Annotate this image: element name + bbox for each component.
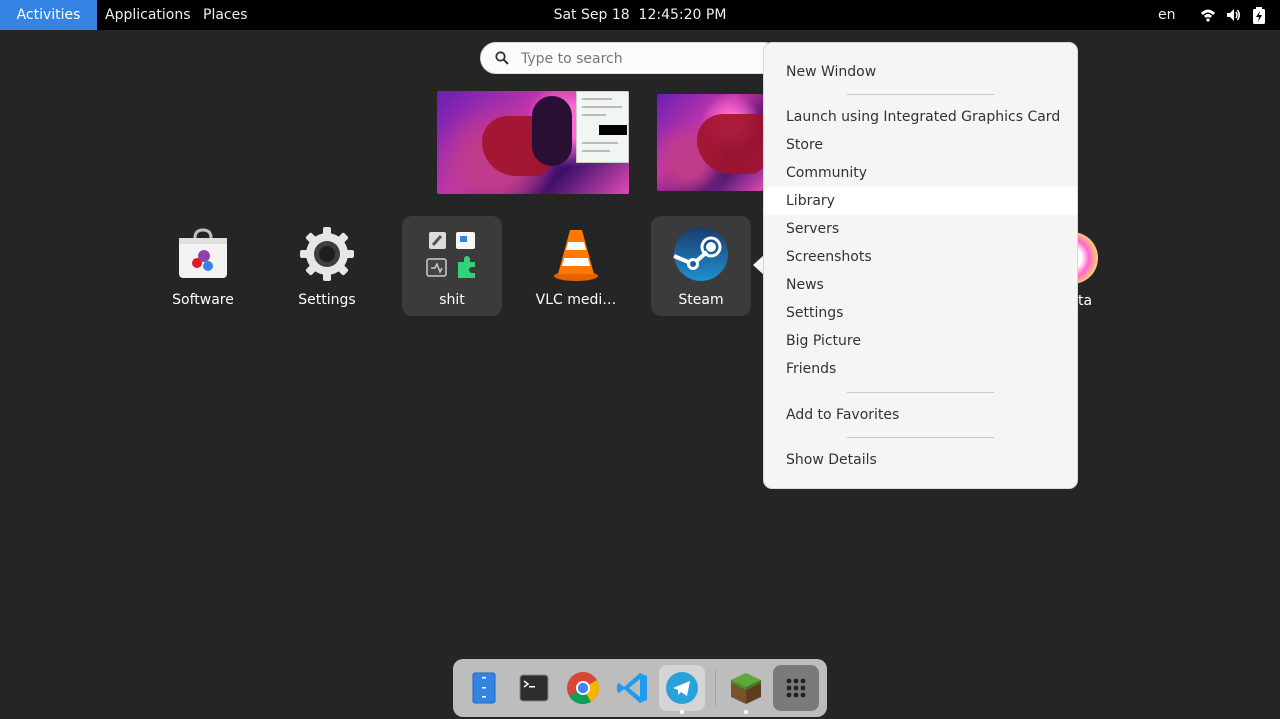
menu-item-launch-integrated-graphics[interactable]: Launch using Integrated Graphics Card [764,103,1077,131]
files-icon [472,672,496,704]
telegram-icon [666,672,698,704]
workspace-thumbnail-1[interactable] [437,91,629,194]
search-bar[interactable] [480,42,780,74]
app-label: Software [172,292,234,308]
folder-grid-icon [426,232,475,278]
wallpaper-figure [532,96,572,166]
menu-item-servers[interactable]: Servers [764,215,1077,243]
settings-gear-icon [300,227,354,281]
search-input[interactable] [519,47,753,71]
volume-icon[interactable] [1225,7,1241,23]
menu-separator [847,94,994,95]
wifi-icon[interactable] [1200,7,1216,23]
menu-item-settings[interactable]: Settings [764,299,1077,327]
app-steam[interactable]: Steam [651,216,751,316]
search-icon [495,51,509,65]
chrome-icon [567,672,600,705]
menu-item-friends[interactable]: Friends [764,355,1077,383]
vscode-icon [617,673,647,703]
app-label: Steam [678,292,724,308]
minecraft-icon [731,673,761,704]
battery-icon[interactable] [1252,7,1266,24]
app-folder-shit[interactable]: shit [402,216,502,316]
app-software[interactable]: Software [153,216,253,316]
menu-item-new-window[interactable]: New Window [764,58,1077,86]
running-indicator [680,710,684,714]
window-thumbnail-telegram[interactable] [576,91,629,163]
menu-separator [847,437,994,438]
dock-vscode[interactable] [610,665,656,711]
menu-item-store[interactable]: Store [764,131,1077,159]
show-apps-grid-icon [786,678,806,698]
dock-separator [715,669,716,707]
partial-app-label: ta [1078,293,1093,309]
dock-chrome[interactable] [560,665,606,711]
menu-item-show-details[interactable]: Show Details [764,446,1077,474]
steam-icon [673,227,728,281]
menu-item-screenshots[interactable]: Screenshots [764,243,1077,271]
app-settings[interactable]: Settings [277,216,377,316]
menu-item-add-to-favorites[interactable]: Add to Favorites [764,401,1077,429]
dock-files[interactable] [461,665,507,711]
terminal-icon [519,674,549,702]
vlc-cone-icon [554,230,598,281]
dock-telegram[interactable] [659,665,705,714]
app-vlc[interactable]: VLC medi… [526,216,626,316]
app-context-menu: New Window Launch using Integrated Graph… [763,42,1078,489]
top-bar: Activities Applications Places Sat Sep 1… [0,0,1280,30]
running-indicator [744,710,748,714]
dock-show-applications[interactable] [773,665,819,711]
dock [453,659,827,717]
dock-terminal[interactable] [511,665,557,711]
workspace-thumbnail-2[interactable] [657,94,763,191]
software-store-icon [179,228,227,278]
menu-separator [847,392,994,393]
clock[interactable]: Sat Sep 18 12:45:20 PM [0,0,1280,30]
menu-item-big-picture[interactable]: Big Picture [764,327,1077,355]
language-indicator[interactable]: en [1158,0,1176,30]
app-label: shit [439,292,465,308]
app-label: VLC medi… [535,292,617,308]
menu-item-community[interactable]: Community [764,159,1077,187]
menu-item-news[interactable]: News [764,271,1077,299]
menu-item-library[interactable]: Library [764,187,1077,215]
dock-minecraft[interactable] [723,665,769,714]
app-label: Settings [298,292,356,308]
